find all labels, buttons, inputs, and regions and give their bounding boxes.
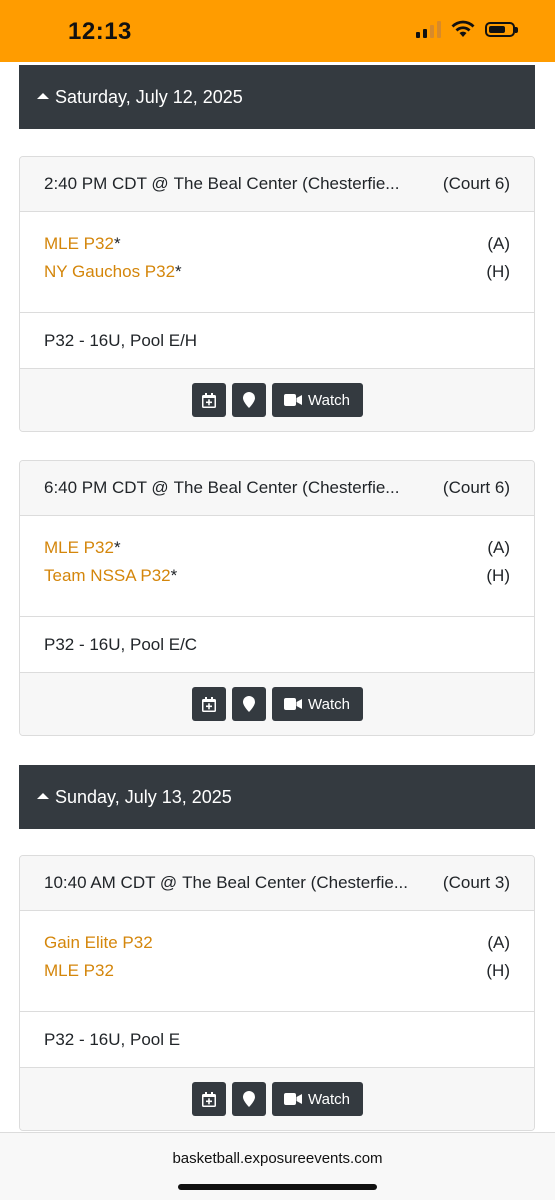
team-row: MLE P32* (A) — [44, 534, 510, 562]
game-card: 6:40 PM CDT @ The Beal Center (Chesterfi… — [19, 460, 535, 736]
status-time: 12:13 — [68, 18, 132, 45]
team-row: MLE P32 (H) — [44, 957, 510, 985]
watch-label: Watch — [308, 1090, 350, 1108]
game-court: (Court 6) — [442, 478, 510, 497]
video-camera-icon — [284, 1093, 303, 1105]
team-link[interactable]: MLE P32 — [44, 538, 114, 557]
watch-button[interactable]: Watch — [271, 687, 363, 721]
watch-label: Watch — [308, 695, 350, 713]
add-to-calendar-button[interactable] — [191, 383, 226, 417]
game-time: 6:40 PM CDT @ — [44, 478, 169, 497]
team-link[interactable]: Gain Elite P32 — [44, 933, 153, 952]
location-button[interactable] — [231, 687, 266, 721]
watch-button[interactable]: Watch — [271, 383, 363, 417]
video-camera-icon — [284, 394, 303, 406]
map-pin-icon — [242, 696, 255, 712]
game-venue: The Beal Center (Chesterfie... — [182, 873, 408, 892]
cellular-signal-icon — [416, 20, 441, 38]
home-indicator[interactable] — [178, 1184, 377, 1190]
wifi-icon — [451, 20, 475, 37]
map-pin-icon — [242, 1091, 255, 1107]
team-row: Team NSSA P32* (H) — [44, 562, 510, 590]
division-pool: P32 - 16U, Pool E/H — [20, 313, 534, 369]
game-court: (Court 6) — [442, 174, 510, 193]
watch-label: Watch — [308, 391, 350, 409]
division-pool: P32 - 16U, Pool E — [20, 1012, 534, 1068]
location-button[interactable] — [231, 1082, 266, 1116]
browser-address-bar[interactable]: basketball.exposureevents.com — [0, 1132, 555, 1200]
status-bar: 12:13 — [0, 0, 555, 62]
game-time: 2:40 PM CDT @ — [44, 174, 169, 193]
team-row: Gain Elite P32 (A) — [44, 929, 510, 957]
game-time: 10:40 AM CDT @ — [44, 873, 178, 892]
day-label: Sunday, July 13, 2025 — [55, 786, 232, 807]
location-button[interactable] — [231, 383, 266, 417]
battery-icon — [485, 21, 518, 37]
status-icons — [416, 20, 518, 38]
team-link[interactable]: MLE P32 — [44, 234, 114, 253]
calendar-plus-icon — [201, 1091, 216, 1107]
game-teams: MLE P32* (A) Team NSSA P32* (H) — [20, 516, 534, 617]
game-actions: Watch — [20, 369, 534, 431]
team-side: (A) — [487, 538, 510, 557]
game-venue: The Beal Center (Chesterfie... — [173, 478, 400, 497]
team-row: NY Gauchos P32* (H) — [44, 258, 510, 286]
game-card: 10:40 AM CDT @ The Beal Center (Chesterf… — [19, 855, 535, 1131]
team-link[interactable]: NY Gauchos P32 — [44, 262, 175, 281]
team-side: (A) — [487, 933, 510, 952]
game-time-venue: 2:40 PM CDT @ The Beal Center (Chesterfi… — [20, 157, 534, 212]
team-side: (H) — [486, 961, 510, 980]
division-pool: P32 - 16U, Pool E/C — [20, 617, 534, 673]
calendar-plus-icon — [201, 696, 216, 712]
game-actions: Watch — [20, 673, 534, 735]
team-row: MLE P32* (A) — [44, 230, 510, 258]
team-link[interactable]: MLE P32 — [44, 961, 114, 980]
team-side: (H) — [486, 262, 510, 281]
caret-up-icon — [37, 93, 49, 99]
game-court: (Court 3) — [442, 873, 510, 892]
add-to-calendar-button[interactable] — [191, 1082, 226, 1116]
schedule-content: Saturday, July 12, 2025 2:40 PM CDT @ Th… — [0, 62, 555, 1132]
calendar-plus-icon — [201, 392, 216, 408]
game-time-venue: 6:40 PM CDT @ The Beal Center (Chesterfi… — [20, 461, 534, 516]
add-to-calendar-button[interactable] — [191, 687, 226, 721]
game-time-venue: 10:40 AM CDT @ The Beal Center (Chesterf… — [20, 856, 534, 911]
game-teams: Gain Elite P32 (A) MLE P32 (H) — [20, 911, 534, 1012]
map-pin-icon — [242, 392, 255, 408]
game-venue: The Beal Center (Chesterfie... — [173, 174, 400, 193]
game-actions: Watch — [20, 1068, 534, 1130]
day-header-saturday[interactable]: Saturday, July 12, 2025 — [19, 65, 535, 129]
team-link[interactable]: Team NSSA P32 — [44, 566, 171, 585]
watch-button[interactable]: Watch — [271, 1082, 363, 1116]
team-side: (A) — [487, 234, 510, 253]
game-card: 2:40 PM CDT @ The Beal Center (Chesterfi… — [19, 156, 535, 432]
game-teams: MLE P32* (A) NY Gauchos P32* (H) — [20, 212, 534, 313]
url-text[interactable]: basketball.exposureevents.com — [0, 1150, 555, 1167]
day-header-sunday[interactable]: Sunday, July 13, 2025 — [19, 765, 535, 829]
video-camera-icon — [284, 698, 303, 710]
day-label: Saturday, July 12, 2025 — [55, 86, 243, 107]
team-side: (H) — [486, 566, 510, 585]
caret-up-icon — [37, 793, 49, 799]
